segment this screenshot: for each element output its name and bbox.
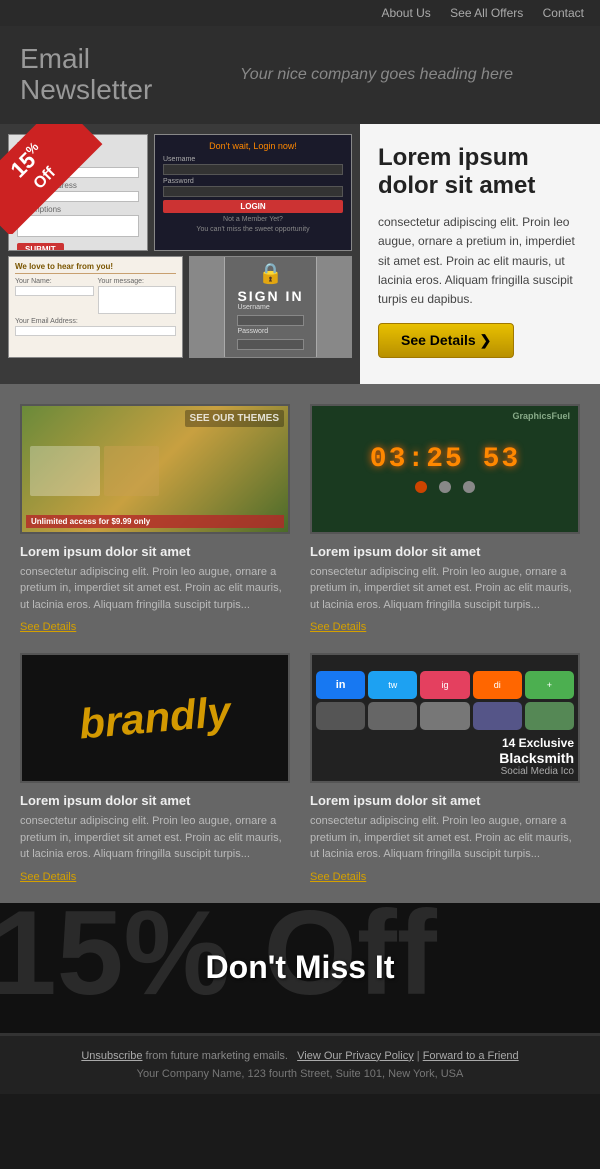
hero-section: 15% Off Form Address Website Address Des… [0,124,600,384]
login-password [163,186,343,197]
login-btn: LOGIN [163,200,343,213]
header-tagline: Your nice company goes heading here [220,66,513,84]
discount-badge-inner: 15% Off [0,124,103,234]
login-note: Not a Member Yet? [163,216,343,223]
product-clock-desc: consectetur adipiscing elit. Proin leo a… [310,564,580,614]
product-brandly-desc: consectetur adipiscing elit. Proin leo a… [20,813,290,863]
product-themes-image: SEE OUR THEMES Unlimited access for $9.9… [20,404,290,534]
logo: Email Newsletter [20,44,220,106]
lock-icon: 🔒 [237,261,303,286]
product-clock-title: Lorem ipsum dolor sit amet [310,544,580,559]
discount-badge: 15% Off [0,124,110,234]
products-grid: SEE OUR THEMES Unlimited access for $9.9… [0,384,600,903]
product-social-title: Lorem ipsum dolor sit amet [310,793,580,808]
product-clock-link[interactable]: See Details [310,621,366,633]
logo-line1: Email [20,43,90,74]
product-social: in tw ig di + 14 Exclusive Blacksmith So… [310,653,580,883]
top-navigation: About Us See All Offers Contact [0,0,600,26]
footer-unsubscribe[interactable]: Unsubscribe [81,1050,142,1062]
hero-offer: Lorem ipsum dolor sit amet consectetur a… [360,124,600,384]
hero-screenshots: 15% Off Form Address Website Address Des… [0,124,360,384]
footer-privacy[interactable]: View Our Privacy Policy [297,1050,414,1062]
footer: Unsubscribe from future marketing emails… [0,1033,600,1094]
product-social-image: in tw ig di + 14 Exclusive Blacksmith So… [310,653,580,783]
social-sub2: Social Media Ico [501,766,574,777]
form1-submit: SUBMIT [17,243,64,251]
product-brandly-title: Lorem ipsum dolor sit amet [20,793,290,808]
product-clock: GraphicsFuel 03:25 53 Lorem ipsum dolor … [310,404,580,634]
social-sublabel: Blacksmith [499,750,574,766]
footer-address: Your Company Name, 123 fourth Street, Su… [20,1068,580,1080]
product-brandly: brandly Lorem ipsum dolor sit amet conse… [20,653,290,883]
nav-contact[interactable]: Contact [543,6,584,20]
login-title: Don't wait, Login now! [163,141,343,151]
form2-title: We love to hear from you! [15,262,176,274]
product-themes: SEE OUR THEMES Unlimited access for $9.9… [20,404,290,634]
cta-main-text: Don't Miss It [206,949,395,986]
cta-banner: 15% Off Don't Miss It [0,903,600,1033]
footer-links: Unsubscribe from future marketing emails… [20,1050,580,1062]
social-label: 14 Exclusive [502,736,574,750]
product-themes-title: Lorem ipsum dolor sit amet [20,544,290,559]
login-note2: You can't miss the sweet opportunity [163,226,343,233]
footer-forward[interactable]: Forward to a Friend [423,1050,519,1062]
product-brandly-link[interactable]: See Details [20,871,76,883]
nav-about[interactable]: About Us [381,6,430,20]
signin-box: 🔒 SIGN IN Username Password [224,256,316,358]
footer-unsubscribe-suffix: from future marketing emails. [142,1050,288,1062]
form2-message [98,286,177,314]
product-themes-desc: consectetur adipiscing elit. Proin leo a… [20,564,290,614]
login-username [163,164,343,175]
nav-offers[interactable]: See All Offers [450,6,523,20]
product-social-desc: consectetur adipiscing elit. Proin leo a… [310,813,580,863]
product-social-link[interactable]: See Details [310,871,366,883]
screenshot-row2: We love to hear from you! Your Name: You… [8,256,352,358]
discount-label: Off [31,164,59,192]
hero-body: consectetur adipiscing elit. Proin leo a… [378,213,582,309]
product-clock-image: GraphicsFuel 03:25 53 [310,404,580,534]
brandly-text: brandly [77,688,232,749]
hero-cta-button[interactable]: See Details [378,323,514,358]
form2-name [15,286,94,296]
signin-username [237,315,303,326]
product-brandly-image: brandly [20,653,290,783]
login-screenshot: Don't wait, Login now! Username Password… [154,134,352,251]
hero-title: Lorem ipsum dolor sit amet [378,144,582,202]
signin-password [237,339,303,350]
form2-email [15,326,176,336]
logo-line2: Newsletter [20,74,152,105]
clock-time: 03:25 53 [370,444,520,475]
contact-form-screenshot: We love to hear from you! Your Name: You… [8,256,183,358]
signin-screenshot: 🔒 SIGN IN Username Password [189,256,352,358]
header: Email Newsletter Your nice company goes … [0,26,600,124]
signin-title: SIGN IN [237,288,303,304]
product-themes-link[interactable]: See Details [20,621,76,633]
